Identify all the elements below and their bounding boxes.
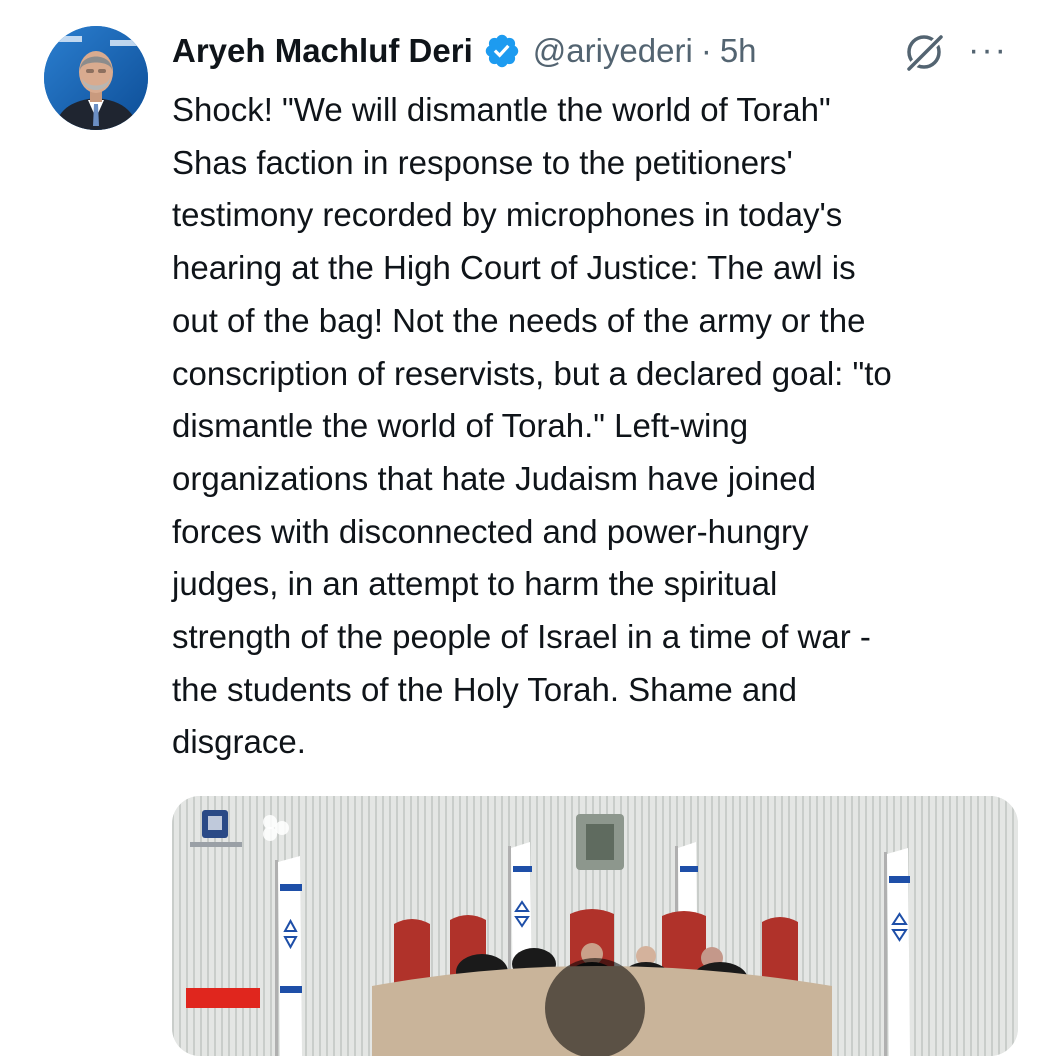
author-name[interactable]: Aryeh Machluf Deri	[172, 32, 473, 70]
author-avatar[interactable]	[44, 26, 148, 130]
author-avatar-image	[44, 26, 148, 130]
author-handle[interactable]: @ariyederi	[533, 32, 693, 70]
tweet-timestamp[interactable]: 5h	[720, 32, 757, 70]
separator-dot: ·	[700, 32, 712, 69]
tweet-media-image[interactable]	[172, 796, 1018, 1056]
tweet-text: Shock! "We will dismantle the world of T…	[172, 91, 892, 761]
court-hearing-image	[172, 796, 1018, 1056]
verified-badge-icon[interactable]	[483, 32, 521, 70]
more-options-icon[interactable]: ···	[968, 30, 1008, 70]
grok-icon[interactable]	[900, 28, 948, 76]
